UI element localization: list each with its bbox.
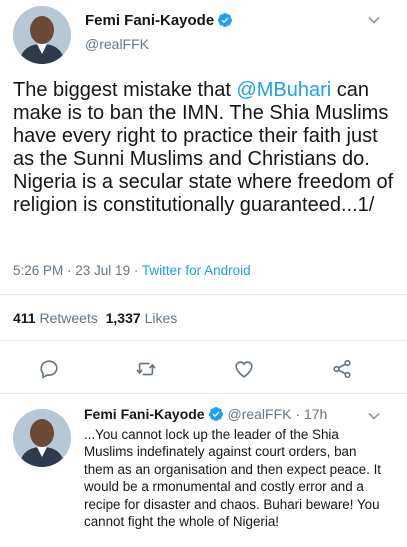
reply-author-handle[interactable]: @realFFK [227,406,291,422]
engagement-stats: 411 Retweets 1,337 Likes [13,310,177,326]
tweet-source-link[interactable]: Twitter for Android [142,263,251,278]
retweets-stat[interactable]: 411 Retweets [13,310,98,326]
like-icon [235,361,253,378]
tweet-date[interactable]: 23 Jul 19 [75,263,130,278]
reply-author-avatar[interactable] [13,409,71,467]
author-name[interactable]: Femi Fani-Kayode [85,12,233,29]
reply-text: ...You cannot lock up the leader of the … [84,427,382,530]
meta-separator: · [130,263,142,278]
share-icon [333,359,351,379]
like-button[interactable] [233,358,255,385]
divider [0,340,407,341]
chevron-down-icon[interactable] [367,409,381,423]
share-button[interactable] [331,358,353,385]
author-name-text[interactable]: Femi Fani-Kayode [85,12,214,29]
reply-author-name[interactable]: Femi Fani-Kayode [84,406,205,422]
divider [0,294,407,295]
author-avatar[interactable] [13,6,71,64]
tweet-text: The biggest mistake that @MBuhari can ma… [13,79,398,217]
retweets-count: 411 [13,310,36,326]
meta-separator: · [291,406,304,422]
mention-link[interactable]: @MBuhari [236,79,331,101]
retweet-icon [136,362,156,376]
tweet-text-part: The biggest mistake that [13,79,237,101]
verified-badge-icon [218,13,233,27]
avatar-image [13,409,71,467]
chevron-down-icon[interactable] [367,13,381,27]
author-handle[interactable]: @realFFK [85,36,149,52]
retweets-label: Retweets [39,310,98,326]
meta-separator: · [63,263,76,278]
tweet-meta: 5:26 PM · 23 Jul 19 · Twitter for Androi… [13,263,251,278]
avatar-image [13,6,71,64]
verified-badge-icon [208,407,223,421]
tweet-time[interactable]: 5:26 PM [13,263,63,278]
likes-label: Likes [144,310,178,326]
likes-count: 1,337 [105,310,141,326]
reply-header: Femi Fani-Kayode @realFFK · 17h [84,406,327,422]
reply-age[interactable]: 17h [304,406,327,422]
retweet-button[interactable] [135,358,157,385]
likes-stat[interactable]: 1,337 Likes [106,310,178,326]
reply-icon [40,360,58,379]
reply-button[interactable] [38,358,60,385]
divider [0,393,407,394]
